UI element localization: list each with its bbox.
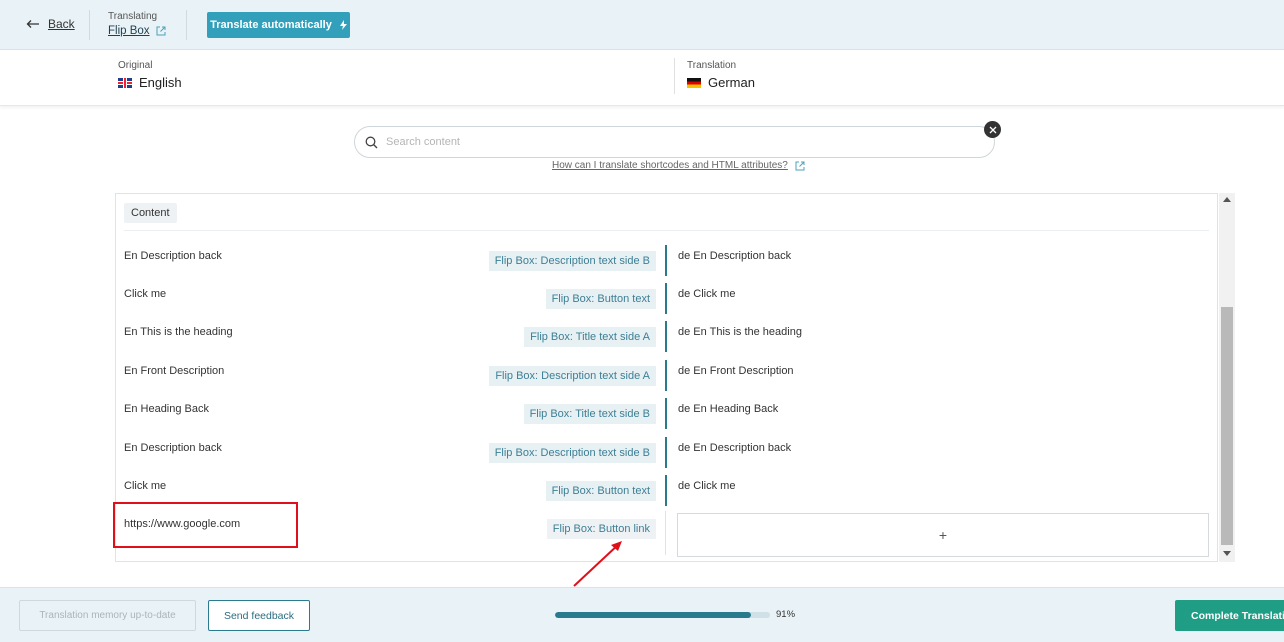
field-label: Flip Box: Button link: [546, 519, 656, 539]
close-icon: [989, 126, 996, 133]
top-bar: Back Translating Flip Box Translate auto…: [0, 0, 1284, 50]
source-text: En Heading Back: [124, 403, 209, 415]
translation-language-name: German: [708, 75, 755, 90]
target-text[interactable]: de Click me: [678, 480, 735, 492]
target-text[interactable]: de En Heading Back: [678, 403, 778, 415]
footer-bar: Translation memory up-to-date Send feedb…: [0, 587, 1284, 642]
source-text: En This is the heading: [124, 326, 233, 338]
field-label: Flip Box: Description text side B: [488, 251, 656, 271]
row-divider: [665, 511, 666, 555]
progress-percent: 91%: [776, 609, 796, 620]
row-divider: [665, 398, 667, 429]
divider: [186, 10, 187, 40]
plus-icon: +: [938, 527, 948, 543]
highlight-box: [113, 502, 298, 548]
translate-automatically-label: Translate automatically: [210, 19, 332, 31]
section-title: Content: [124, 203, 177, 223]
divider: [124, 230, 1209, 231]
bolt-icon: [339, 20, 347, 30]
field-label: Flip Box: Button text: [545, 289, 656, 309]
table-row: En This is the heading Flip Box: Title t…: [116, 321, 1216, 359]
clear-search-button[interactable]: [984, 121, 1001, 138]
shortcodes-help-link[interactable]: How can I translate shortcodes and HTML …: [552, 160, 805, 171]
field-label: Flip Box: Description text side B: [488, 443, 656, 463]
table-row: En Description back Flip Box: Descriptio…: [116, 437, 1216, 475]
search-icon: [365, 136, 378, 148]
table-row: Click me Flip Box: Button text de Click …: [116, 283, 1216, 321]
original-language: Original English: [118, 60, 182, 90]
arrow-left-icon: [26, 20, 39, 28]
row-divider: [665, 245, 667, 276]
uk-flag-icon: [118, 77, 132, 88]
language-bar: Original English Translation German: [0, 50, 1284, 106]
translation-language: Translation German: [687, 60, 755, 90]
field-label: Flip Box: Button text: [545, 481, 656, 501]
language-divider: [674, 58, 675, 94]
target-text[interactable]: de En Description back: [678, 442, 791, 454]
table-row: En Description back Flip Box: Descriptio…: [116, 245, 1216, 283]
target-text[interactable]: de En This is the heading: [678, 326, 802, 338]
row-divider: [665, 321, 667, 352]
source-text: En Description back: [124, 442, 222, 454]
back-label: Back: [48, 17, 75, 31]
row-divider: [665, 475, 667, 506]
scroll-up-arrow-icon[interactable]: [1223, 197, 1231, 202]
add-translation-button[interactable]: +: [677, 513, 1209, 557]
target-text[interactable]: de Click me: [678, 288, 735, 300]
target-text[interactable]: de En Front Description: [678, 365, 794, 377]
original-language-name: English: [139, 75, 182, 90]
back-link[interactable]: Back: [26, 17, 75, 31]
translation-label: Translation: [687, 60, 737, 71]
help-link-label: How can I translate shortcodes and HTML …: [552, 160, 788, 171]
item-title-link[interactable]: Flip Box: [108, 25, 166, 37]
translate-automatically-button[interactable]: Translate automatically: [207, 12, 350, 38]
item-title: Flip Box: [108, 25, 150, 37]
table-row: En Front Description Flip Box: Descripti…: [116, 360, 1216, 398]
external-link-icon: [795, 161, 805, 170]
row-divider: [665, 283, 667, 314]
original-label: Original: [118, 60, 153, 71]
field-label: Flip Box: Description text side A: [489, 366, 656, 386]
annotation-arrow-icon: [573, 541, 622, 587]
translation-memory-button[interactable]: Translation memory up-to-date: [19, 600, 196, 631]
progress-bar: [555, 612, 770, 618]
search-box: [354, 126, 995, 158]
source-text: Click me: [124, 480, 167, 492]
scroll-down-arrow-icon[interactable]: [1223, 551, 1231, 556]
search-input[interactable]: [386, 136, 946, 148]
table-row: En Heading Back Flip Box: Title text sid…: [116, 398, 1216, 436]
field-label: Flip Box: Title text side B: [523, 404, 656, 424]
german-flag-icon: [687, 77, 701, 88]
progress-fill: [555, 612, 751, 618]
complete-translation-button[interactable]: Complete Translation: [1175, 600, 1284, 631]
row-divider: [665, 360, 667, 391]
translating-info: Translating Flip Box: [108, 11, 166, 37]
divider: [89, 10, 90, 40]
field-label: Flip Box: Title text side A: [524, 327, 656, 347]
row-divider: [665, 437, 667, 468]
translating-label: Translating: [108, 11, 158, 22]
source-text: En Description back: [124, 250, 222, 262]
external-link-icon: [156, 26, 166, 36]
target-text[interactable]: de En Description back: [678, 250, 791, 262]
scrollbar-thumb[interactable]: [1221, 307, 1233, 545]
source-text: Click me: [124, 288, 167, 300]
source-text: En Front Description: [124, 365, 225, 377]
send-feedback-button[interactable]: Send feedback: [208, 600, 310, 631]
scrollbar[interactable]: [1219, 193, 1235, 562]
